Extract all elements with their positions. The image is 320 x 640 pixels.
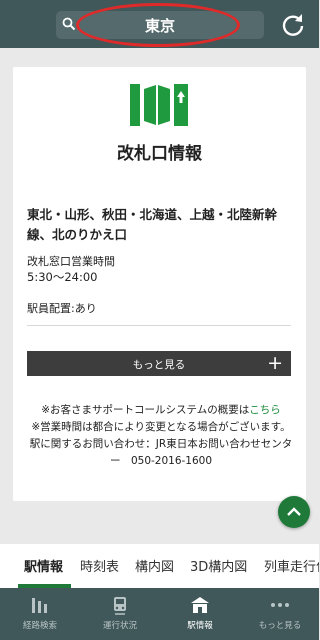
tab-station-info[interactable]: 駅情報	[24, 556, 63, 575]
top-bar: 東京	[0, 0, 319, 48]
more-dots-icon	[271, 603, 289, 607]
tab-timetable[interactable]: 時刻表	[80, 556, 119, 575]
bottom-navigation: 経路検索 運行状況 駅情報 もっと見る	[0, 588, 319, 640]
hours-value: 5:30〜24:00	[27, 270, 98, 284]
notice-text: ※お客さまサポートコールシステムの概要はこちら ※営業時間は都合により変更となる…	[27, 402, 295, 470]
more-button-label: もっと見る	[132, 359, 186, 371]
staff-info: 駅員配置:あり	[27, 302, 97, 315]
more-button[interactable]: もっと見る +	[27, 351, 291, 376]
ticket-gate-icon	[130, 84, 188, 126]
nav-label: もっと見る	[258, 621, 302, 631]
nav-label: 駅情報	[187, 621, 213, 631]
station-tabs: 駅情報 時刻表 構内図 3D構内図 列車走行位置	[0, 544, 319, 588]
hours-label: 改札窓口営業時間	[27, 255, 115, 268]
notice-line-2: ※営業時間は都合により変更となる場合がございます。	[31, 421, 291, 433]
support-link[interactable]: こちら	[249, 404, 281, 416]
chevron-up-icon	[287, 507, 301, 516]
nav-label: 運行状況	[102, 621, 137, 631]
refresh-icon[interactable]	[280, 12, 306, 38]
nav-service-status[interactable]: 運行状況	[80, 588, 160, 640]
nav-station-info[interactable]: 駅情報	[160, 588, 240, 640]
nav-route-search[interactable]: 経路検索	[0, 588, 80, 640]
ticket-gate-card: 改札口情報 東北・山形、秋田・北海道、上越・北陸新幹線、北のりかえ口 改札窓口営…	[13, 67, 306, 501]
plus-icon: +	[267, 352, 283, 374]
card-title: 改札口情報	[117, 144, 202, 164]
station-icon	[191, 597, 209, 613]
exit-name: 東北・山形、秋田・北海道、上越・北陸新幹線、北のりかえ口	[27, 207, 278, 242]
notice-prefix: ※お客さまサポートコールシステムの概要は	[41, 404, 250, 416]
notice-line-1: ※お客さまサポートコールシステムの概要はこちら	[27, 402, 295, 419]
nav-label: 経路検索	[22, 621, 57, 631]
scroll-top-button[interactable]	[278, 496, 310, 528]
red-circle-annotation	[76, 3, 240, 47]
divider	[27, 325, 291, 326]
train-icon	[114, 597, 126, 615]
route-search-icon	[32, 598, 47, 613]
tab-train-position[interactable]: 列車走行位置	[264, 556, 319, 575]
tab-3d-map[interactable]: 3D構内図	[190, 556, 247, 575]
nav-more[interactable]: もっと見る	[240, 588, 320, 640]
notice-line-3: 駅に関するお問い合わせ：JR東日本お問い合わせセンター 050-2016-160…	[29, 438, 293, 467]
tab-station-map[interactable]: 構内図	[135, 556, 174, 575]
